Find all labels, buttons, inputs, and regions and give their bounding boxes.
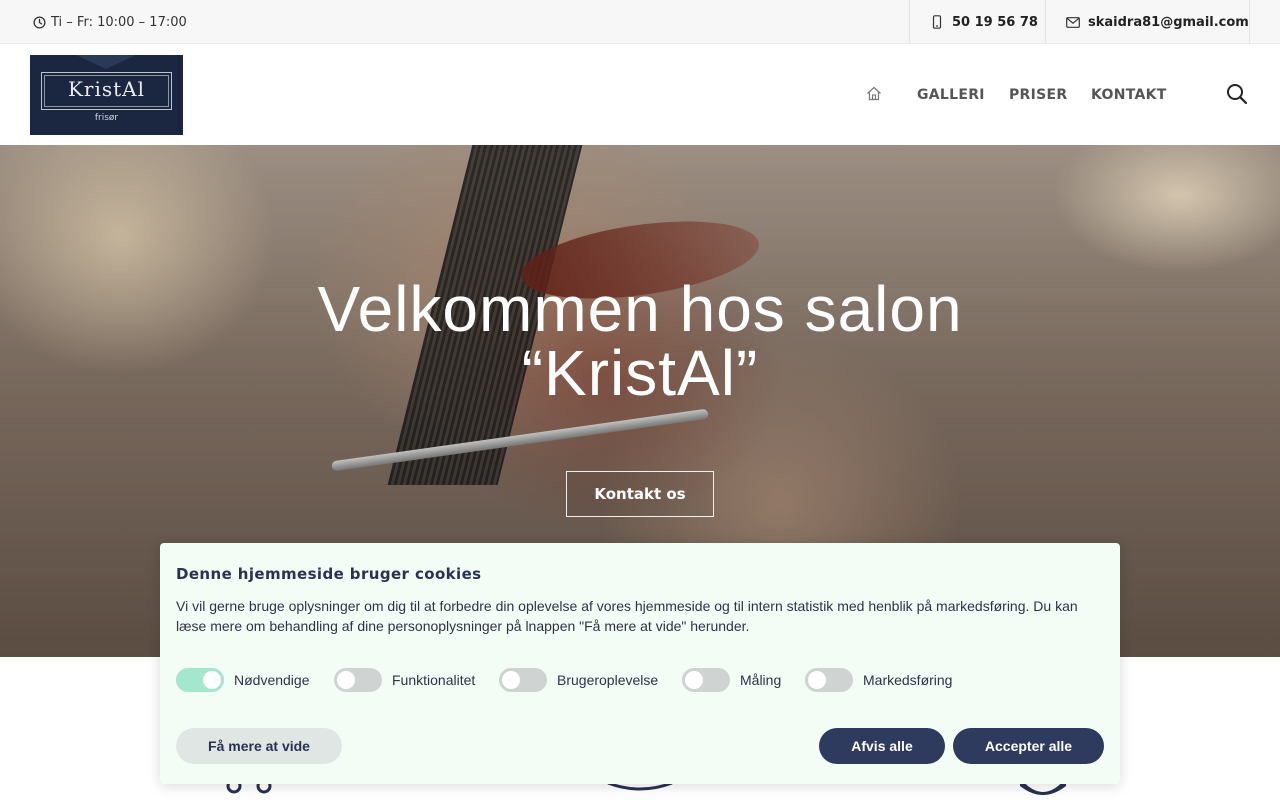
home-icon [866,86,882,105]
logo[interactable]: KristAl frisør [30,55,183,135]
phone-number[interactable]: 50 19 56 78 [952,15,1038,30]
learn-more-button[interactable]: Få mere at vide [176,728,342,764]
cookie-description: Vi vil gerne bruge oplysninger om dig ti… [176,598,1078,634]
toggle-functionality[interactable]: Funktionalitet [334,668,475,692]
toggle-label: Markedsføring [863,672,953,688]
email-address[interactable]: skaidra81@gmail.com [1088,15,1249,30]
toggle-switch[interactable] [499,668,547,692]
nav-galleri[interactable]: GALLERI [917,45,985,145]
toggle-marketing[interactable]: Markedsføring [805,668,952,692]
clock-icon [32,15,46,29]
toggle-user-experience[interactable]: Brugeroplevelse [499,668,658,692]
toggle-switch[interactable] [682,668,730,692]
phone-contact[interactable]: 50 19 56 78 [909,0,1045,44]
toggle-measurement[interactable]: Måling [682,668,781,692]
nav-home[interactable] [866,45,882,145]
hero-title-line1: Velkommen hos salon [317,273,963,345]
opening-hours-text: Ti – Fr: 10:00 – 17:00 [51,14,187,30]
toggle-label: Brugeroplevelse [557,672,659,688]
logo-chevron [76,55,136,69]
toggle-label: Funktionalitet [392,672,476,688]
site-header: KristAl frisør GALLERI PRISER KONTAKT [0,45,1280,145]
toggle-switch[interactable] [805,668,853,692]
nav-priser[interactable]: PRISER [1009,45,1067,145]
hero-title-line2: “KristAl” [521,337,759,409]
nav-kontakt[interactable]: KONTAKT [1091,45,1167,145]
hero-title: Velkommen hos salon “KristAl” [240,277,1040,405]
cookie-consent-dialog: Denne hjemmeside bruger cookies Vi vil g… [160,543,1120,784]
logo-name: KristAl [67,77,146,101]
search-icon [1227,84,1248,105]
reject-all-button[interactable]: Afvis alle [819,728,945,764]
logo-subtitle: frisør [94,113,119,123]
accept-all-button[interactable]: Accepter alle [953,728,1104,764]
toggle-label: Måling [740,672,782,688]
toggle-label: Nødvendige [234,672,310,688]
toggle-switch[interactable] [176,668,224,692]
toggle-switch[interactable] [334,668,382,692]
envelope-icon [1066,15,1080,29]
phone-icon [930,15,944,29]
cookie-title: Denne hjemmeside bruger cookies [176,565,482,583]
contact-button[interactable]: Kontakt os [566,471,714,517]
top-info-bar: Ti – Fr: 10:00 – 17:00 50 19 56 78 skaid… [0,0,1280,44]
email-contact[interactable]: skaidra81@gmail.com [1045,0,1250,44]
search-button[interactable] [1226,83,1248,105]
page: Ti – Fr: 10:00 – 17:00 50 19 56 78 skaid… [0,0,1280,800]
toggle-necessary[interactable]: Nødvendige [176,668,310,692]
opening-hours: Ti – Fr: 10:00 – 17:00 [32,0,187,44]
